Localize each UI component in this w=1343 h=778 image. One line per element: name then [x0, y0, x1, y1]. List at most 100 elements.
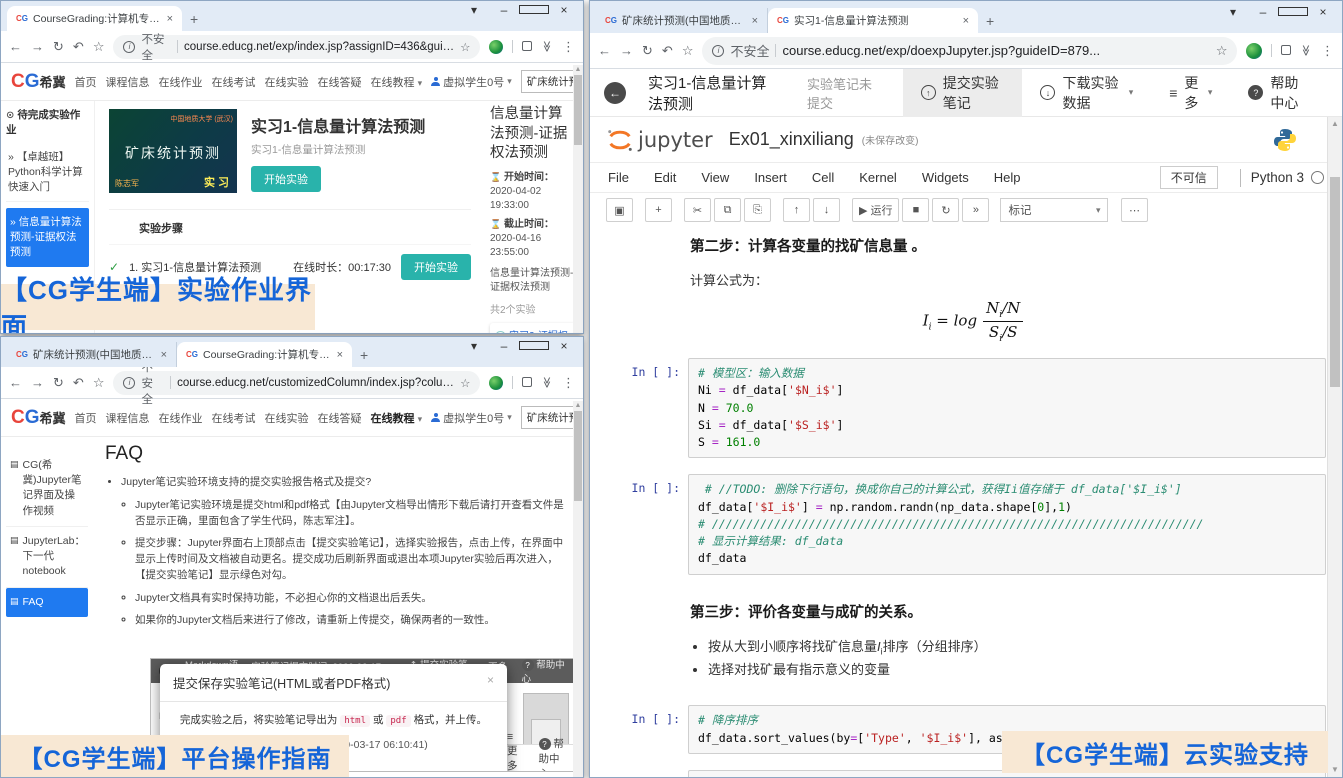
extensions-chevron-icon[interactable]: ≫: [541, 41, 554, 53]
cell-code[interactable]: # //TODO: 删除下行语句，换成你自己的计算公式，获得Ii值存储于 df_…: [688, 474, 1326, 574]
cell-type-select[interactable]: 标记▾: [1000, 198, 1108, 222]
scroll-up-icon[interactable]: ▲: [573, 65, 583, 75]
tab-course-home[interactable]: CG 矿床统计预测(中国地质大学) (武 ×: [7, 342, 177, 367]
kebab-menu-icon[interactable]: ⋮: [562, 375, 575, 391]
scroll-thumb[interactable]: [574, 75, 582, 145]
scroll-thumb[interactable]: [1330, 177, 1340, 387]
dialog-close-icon[interactable]: ×: [487, 673, 494, 692]
more-button[interactable]: ≡更多▾: [1151, 69, 1230, 117]
code-cell-compute-ii[interactable]: In [ ]: # //TODO: 删除下行语句，换成你自己的计算公式，获得Ii…: [600, 474, 1326, 574]
bookmark-star-icon[interactable]: ☆: [682, 43, 694, 59]
nav-homework[interactable]: 在线作业: [159, 410, 203, 426]
kebab-menu-icon[interactable]: ⋮: [1321, 43, 1334, 59]
tab-close-icon[interactable]: ×: [161, 349, 167, 361]
sidebar-item-jupyter-video[interactable]: ▤CG(希冀)Jupyter笔记界面及操作视频: [6, 451, 88, 527]
move-up-button[interactable]: ↑: [783, 198, 810, 222]
menu-help[interactable]: Help: [994, 170, 1021, 185]
reload-icon[interactable]: ↻: [53, 39, 64, 55]
menu-edit[interactable]: Edit: [654, 170, 676, 185]
scroll-up-icon[interactable]: ▲: [1328, 117, 1342, 131]
chrome-menu-caret-icon[interactable]: ▾: [459, 339, 489, 353]
add-cell-button[interactable]: +: [645, 198, 672, 222]
sidebar-item-jupyterlab[interactable]: ▤JupyterLab：下一代notebook: [6, 527, 88, 588]
jupyter-wordmark[interactable]: jupyter: [638, 128, 713, 152]
tab-coursegrading[interactable]: CG CourseGrading:计算机专业课程 ×: [7, 6, 182, 31]
star-icon[interactable]: ☆: [460, 376, 470, 390]
extension-globe-icon[interactable]: [489, 376, 503, 390]
start-experiment-button[interactable]: 开始实验: [401, 254, 471, 280]
info-icon[interactable]: i: [712, 45, 724, 57]
extension-crop-icon[interactable]: [522, 374, 532, 392]
undo-icon[interactable]: ↶: [73, 39, 84, 55]
tab-experiment[interactable]: CG 实习1-信息量计算法预测 ×: [768, 8, 978, 33]
copy-cell-button[interactable]: ⧉: [714, 198, 741, 222]
undo-icon[interactable]: ↶: [73, 375, 84, 391]
nav-experiment[interactable]: 在线实验: [265, 74, 309, 90]
nav-tutorial[interactable]: 在线教程 ▾: [371, 74, 423, 90]
extension-crop-icon[interactable]: [1281, 42, 1291, 60]
chrome-menu-caret-icon[interactable]: ▾: [1218, 5, 1248, 19]
tab-close-icon[interactable]: ×: [337, 349, 343, 361]
sidebar-item-faq[interactable]: ▤FAQ: [6, 588, 88, 617]
menu-widgets[interactable]: Widgets: [922, 170, 969, 185]
nav-home[interactable]: 首页: [75, 410, 97, 426]
scrollbar[interactable]: ▲: [573, 401, 583, 777]
bookmark-star-icon[interactable]: ☆: [93, 39, 105, 55]
scrollbar[interactable]: ▲: [573, 65, 583, 333]
menu-file[interactable]: File: [608, 170, 629, 185]
run-cell-button[interactable]: ▶运行: [852, 198, 899, 222]
back-icon[interactable]: ←: [9, 375, 22, 390]
experiment-link-2[interactable]: 1实习2-证据权法预测: [490, 323, 576, 334]
restart-kernel-button[interactable]: ↻: [932, 198, 959, 222]
menu-view[interactable]: View: [701, 170, 729, 185]
maximize-button[interactable]: [519, 339, 549, 353]
nav-qa[interactable]: 在线答疑: [318, 410, 362, 426]
star-icon[interactable]: ☆: [1216, 43, 1228, 59]
cg-logo[interactable]: CG希冀: [11, 408, 66, 427]
minimize-button[interactable]: –: [489, 3, 519, 17]
scroll-thumb[interactable]: [574, 411, 582, 501]
info-icon[interactable]: i: [123, 41, 135, 53]
command-palette-button[interactable]: ⋯: [1121, 198, 1148, 222]
menu-insert[interactable]: Insert: [754, 170, 787, 185]
nav-homework[interactable]: 在线作业: [159, 74, 203, 90]
nav-exam[interactable]: 在线考试: [212, 74, 256, 90]
move-down-button[interactable]: ↓: [813, 198, 840, 222]
menu-cell[interactable]: Cell: [812, 170, 834, 185]
scrollbar[interactable]: ▲ ▼: [1327, 117, 1342, 777]
back-icon[interactable]: ←: [9, 39, 22, 54]
tab-course-home[interactable]: CG 矿床统计预测(中国地质大学) (武 ×: [596, 8, 768, 33]
address-input[interactable]: i 不安全 course.educg.net/exp/doexpJupyter.…: [702, 37, 1237, 65]
star-icon[interactable]: ☆: [460, 40, 470, 54]
tab-close-icon[interactable]: ×: [752, 15, 758, 27]
cell-code[interactable]: # 模型区：输入数据Ni = df_data['$N_i$']N = 70.0S…: [688, 358, 1326, 458]
tab-close-icon[interactable]: ×: [167, 13, 173, 25]
extensions-chevron-icon[interactable]: ≫: [1300, 45, 1313, 57]
info-icon[interactable]: i: [123, 377, 135, 389]
download-data-button[interactable]: ↓下载实验数据▾: [1022, 69, 1151, 117]
forward-icon[interactable]: →: [31, 375, 44, 390]
submit-notes-button[interactable]: ↑提交实验笔记: [903, 69, 1023, 117]
save-button[interactable]: ▣: [606, 198, 633, 222]
sidebar-item-python-course[interactable]: » 【卓越班】Python科学计算快速入门: [6, 145, 89, 202]
start-experiment-button[interactable]: 开始实验: [251, 166, 321, 192]
new-tab-button[interactable]: +: [360, 347, 368, 363]
minimize-button[interactable]: –: [1248, 5, 1278, 19]
undo-icon[interactable]: ↶: [662, 43, 673, 59]
markdown-cell-step2[interactable]: 第二步：计算各变量的找矿信息量 。 计算公式为： Ii = logNi/NSi/…: [690, 235, 1256, 344]
restart-run-all-button[interactable]: »: [962, 198, 989, 222]
chrome-menu-caret-icon[interactable]: ▾: [459, 3, 489, 17]
help-center-button[interactable]: ?帮助中心: [1230, 69, 1328, 117]
extension-globe-icon[interactable]: [489, 40, 503, 54]
nav-home[interactable]: 首页: [75, 74, 97, 90]
cut-cell-button[interactable]: ✂: [684, 198, 711, 222]
address-input[interactable]: i 不安全 course.educg.net/exp/index.jsp?ass…: [113, 35, 480, 59]
notebook-name[interactable]: Ex01_xinxiliang: [729, 129, 854, 150]
back-icon[interactable]: ←: [598, 43, 611, 58]
user-menu[interactable]: 虚拟学生0号 ▾: [431, 410, 512, 426]
new-tab-button[interactable]: +: [190, 11, 198, 27]
forward-icon[interactable]: →: [31, 39, 44, 54]
sidebar-item-info-method[interactable]: » 信息量计算法预测-证据权法预测: [6, 208, 89, 268]
paste-cell-button[interactable]: ⎘: [744, 198, 771, 222]
tab-close-icon[interactable]: ×: [963, 15, 969, 27]
